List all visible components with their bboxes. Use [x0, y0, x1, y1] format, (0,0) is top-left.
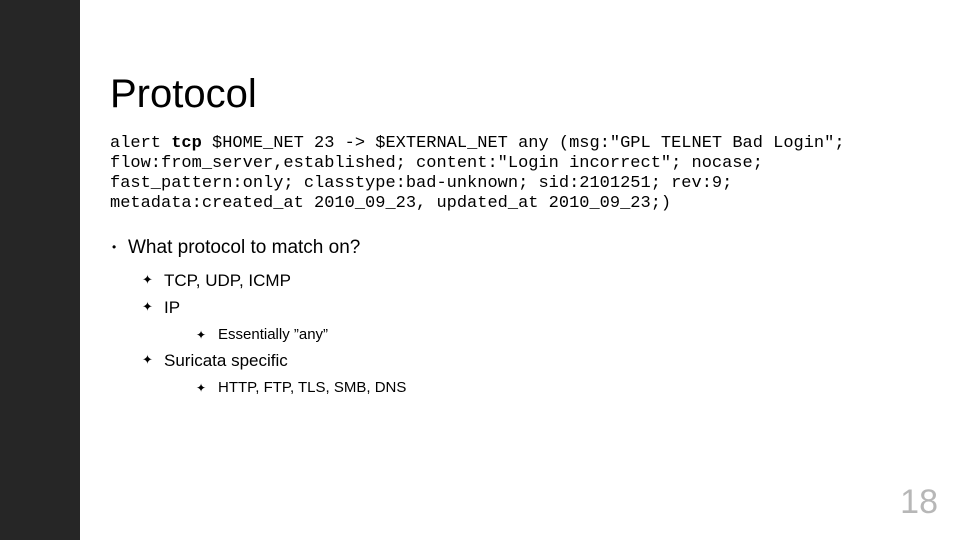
bullet-text: What protocol to match on?: [128, 237, 360, 258]
subsub-text: Essentially ”any”: [218, 326, 328, 343]
left-sidebar: [0, 0, 80, 540]
sub-item: TCP, UDP, ICMP: [128, 267, 890, 294]
subsub-item: HTTP, FTP, TLS, SMB, DNS: [164, 376, 890, 400]
slide-content: Protocol alert tcp $HOME_NET 23 -> $EXTE…: [110, 72, 890, 400]
sub-item: IP Essentially ”any”: [128, 294, 890, 347]
bullet-item: What protocol to match on? TCP, UDP, ICM…: [110, 234, 890, 400]
subsub-item: Essentially ”any”: [164, 323, 890, 347]
code-text-post: $HOME_NET 23 -> $EXTERNAL_NET any (msg:"…: [110, 134, 845, 213]
subsub-text: HTTP, FTP, TLS, SMB, DNS: [218, 379, 406, 396]
code-text-bold: tcp: [171, 134, 202, 153]
sub-list: TCP, UDP, ICMP IP Essentially ”any” Suri…: [128, 267, 890, 401]
code-text-pre: alert: [110, 134, 171, 153]
page-number: 18: [900, 483, 938, 522]
code-block: alert tcp $HOME_NET 23 -> $EXTERNAL_NET …: [110, 134, 890, 214]
subsub-list: HTTP, FTP, TLS, SMB, DNS: [164, 376, 890, 400]
slide-title: Protocol: [110, 72, 890, 116]
sub-text: TCP, UDP, ICMP: [164, 271, 291, 290]
subsub-list: Essentially ”any”: [164, 323, 890, 347]
sub-text: Suricata specific: [164, 351, 288, 370]
sub-text: IP: [164, 298, 180, 317]
sub-item: Suricata specific HTTP, FTP, TLS, SMB, D…: [128, 347, 890, 400]
bullet-list: What protocol to match on? TCP, UDP, ICM…: [110, 234, 890, 400]
